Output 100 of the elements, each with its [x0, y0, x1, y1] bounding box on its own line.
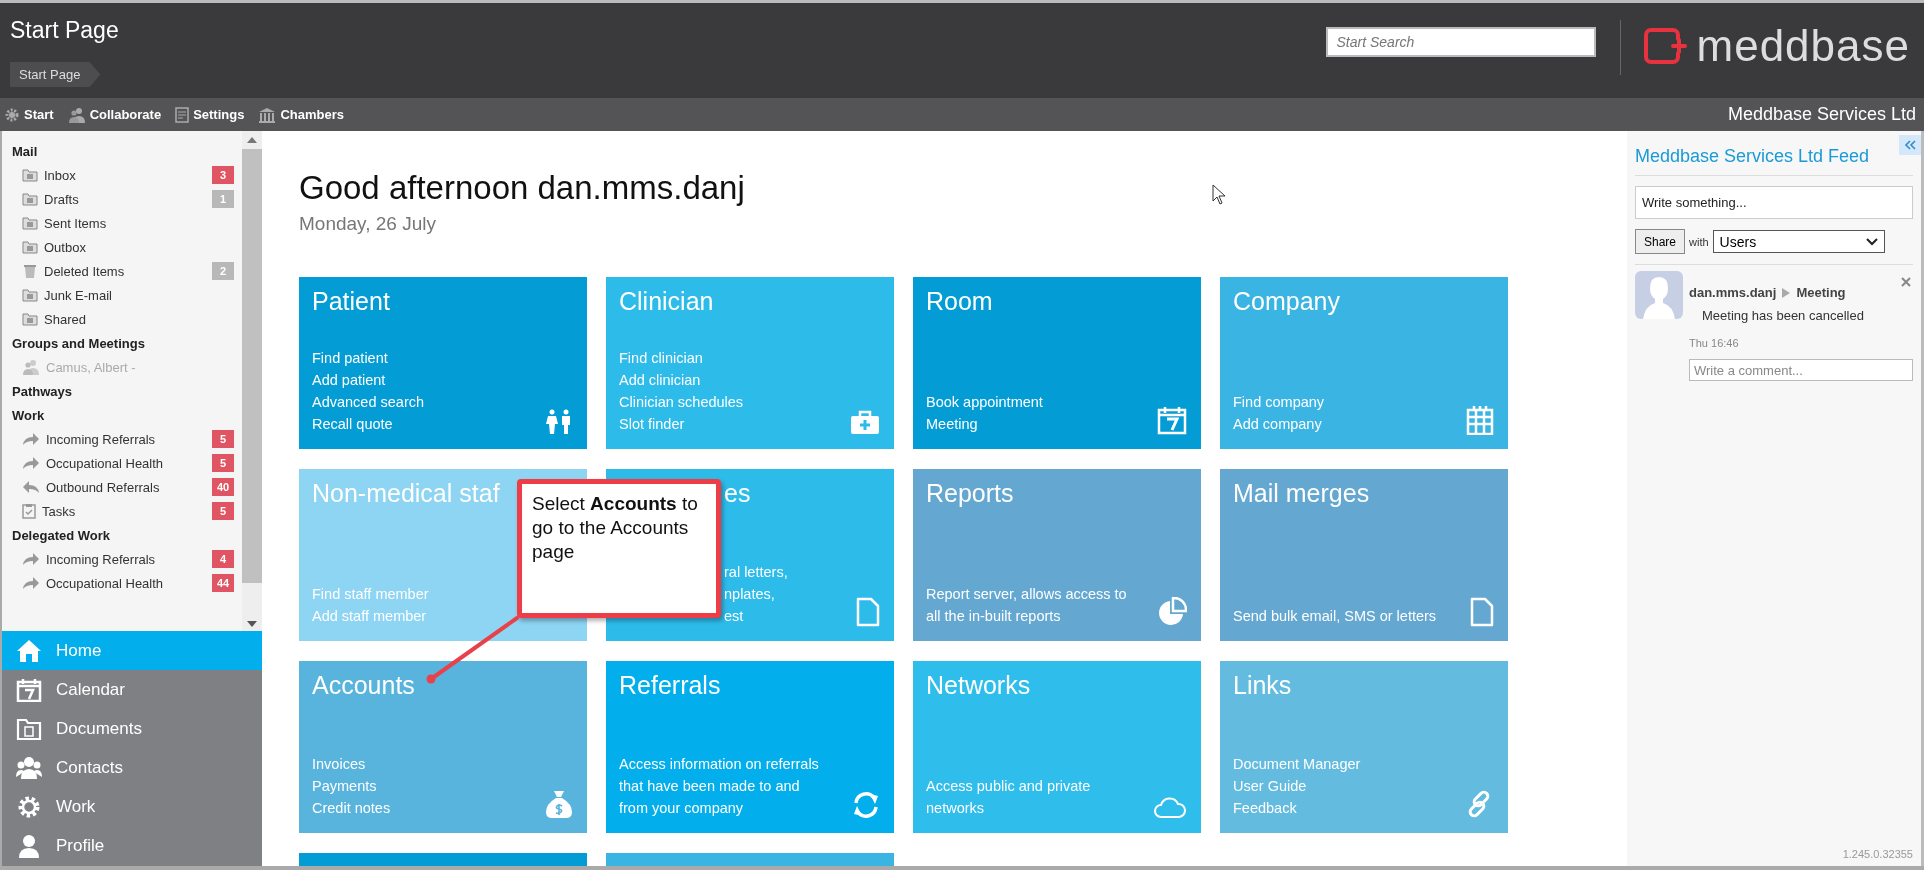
sidebar-item[interactable]: Outbound Referrals 40 [12, 475, 242, 499]
scroll-down-icon[interactable] [247, 621, 257, 627]
tile[interactable]: Clinician Find clinician Add clinician Clinician schedules Slot finder [606, 277, 894, 449]
date-text: Monday, 26 July [299, 213, 436, 235]
collapse-button[interactable] [1899, 135, 1921, 155]
count-badge: 2 [212, 262, 234, 280]
toolbar-button[interactable]: Start [4, 106, 54, 123]
sidebar-item[interactable]: Inbox 3 [12, 163, 242, 187]
logo-text: meddbase [1696, 21, 1910, 71]
toolbar-button[interactable]: Collaborate [67, 106, 162, 123]
forward-arrow-icon [22, 552, 40, 566]
tile[interactable]: Accounts Invoices Payments Credit notes [299, 661, 587, 833]
nav-item[interactable]: Home [2, 631, 262, 671]
nav-item[interactable]: Work [2, 787, 262, 827]
pie-chart-icon [1157, 597, 1187, 627]
folder-icon [16, 716, 42, 741]
nav-item[interactable]: Profile [2, 826, 262, 866]
trash-icon [22, 263, 38, 279]
folder-icon [22, 192, 38, 206]
sidebar-item[interactable]: Incoming Referrals 5 [12, 427, 242, 451]
tile-link[interactable]: Add clinician [619, 369, 701, 391]
tile-link[interactable]: Payments [312, 775, 377, 797]
tile[interactable]: Referrals Access information on referrals that have been made to and from your company [606, 661, 894, 833]
breadcrumb[interactable]: Start Page [10, 62, 101, 87]
tile-link[interactable]: User Guide [1233, 775, 1307, 797]
tile[interactable]: Mail merges Send bulk email, SMS or letters [1220, 469, 1508, 641]
count-badge: 5 [212, 454, 234, 472]
count-badge: 5 [212, 430, 234, 448]
nav-item[interactable]: Calendar [2, 670, 262, 710]
callout-tooltip: Select Accounts to go to the Accounts page [517, 479, 721, 618]
audience-dropdown[interactable]: Users [1712, 230, 1885, 253]
close-icon[interactable] [1901, 277, 1911, 287]
sidebar-item[interactable]: Deleted Items 2 [12, 259, 242, 283]
tile-link[interactable]: Find company [1233, 391, 1325, 413]
tile-link[interactable]: nplates, [724, 583, 775, 605]
tile-link[interactable]: Credit notes [312, 797, 391, 819]
tile-link[interactable]: Advanced search [312, 391, 425, 413]
sidebar-item[interactable]: Junk E-mail [12, 283, 242, 307]
tile-link[interactable]: Book appointment [926, 391, 1043, 413]
tile[interactable]: Links Document Manager User Guide Feedback [1220, 661, 1508, 833]
post-author[interactable]: dan.mms.danj [1689, 285, 1777, 300]
organisation-name: Meddbase Services Ltd [1727, 104, 1916, 125]
tile[interactable]: Room Book appointment Meeting [913, 277, 1201, 449]
tile-link[interactable]: Find staff member [312, 583, 429, 605]
sidebar-item[interactable]: Outbox [12, 235, 242, 259]
search-field[interactable]: Start Search [1325, 27, 1596, 57]
tile-link[interactable]: Add staff member [312, 605, 427, 627]
tile-link[interactable]: Find patient [312, 347, 388, 369]
tile[interactable]: Networks Access public and private networks [913, 661, 1201, 833]
tile-link[interactable]: Meeting [926, 413, 978, 435]
tile-link[interactable]: Add company [1233, 413, 1322, 435]
sidebar-item[interactable]: Sent Items [12, 211, 242, 235]
sidebar-item[interactable]: Drafts 1 [12, 187, 242, 211]
tile-title: Accounts [312, 671, 415, 700]
share-button[interactable]: Share [1635, 229, 1686, 254]
tile-link[interactable]: Slot finder [619, 413, 685, 435]
people-icon [67, 106, 86, 123]
tile-link[interactable]: Add patient [312, 369, 386, 391]
toolbar-button[interactable]: Chambers [258, 106, 344, 123]
document-icon [856, 597, 880, 627]
tile[interactable]: Reports Report server, allows access to all the in-built reports [913, 469, 1201, 641]
nav-item[interactable]: Documents [2, 709, 262, 749]
toolbar-button[interactable]: Settings [175, 106, 245, 123]
triangle-right-icon [1782, 287, 1791, 298]
tile-link[interactable]: Invoices [312, 753, 366, 775]
building-icon [258, 106, 277, 123]
post-target[interactable]: Meeting [1796, 285, 1846, 300]
avatar-silhouette [1635, 271, 1683, 319]
scrollbar[interactable] [242, 131, 262, 631]
tile-link[interactable]: Feedback [1233, 797, 1297, 819]
tile-link[interactable]: est [724, 605, 744, 627]
sidebar-item[interactable]: Incoming Referrals 4 [12, 547, 242, 571]
sidebar-item[interactable]: Occupational Health 5 [12, 451, 242, 475]
section-heading: Pathways [12, 383, 73, 401]
sidebar-item[interactable]: Shared [12, 307, 242, 331]
section-heading: Work [12, 407, 46, 425]
tile-title: Referrals [619, 671, 721, 700]
tile-link[interactable]: Find clinician [619, 347, 703, 369]
folder-icon [22, 168, 38, 182]
tile-title: Reports [926, 479, 1014, 508]
tile-link[interactable]: Document Manager [1233, 753, 1361, 775]
sidebar-item[interactable]: Occupational Health 44 [12, 571, 242, 595]
scroll-up-icon[interactable] [247, 137, 257, 143]
tile-title: Non-medical staf [312, 479, 500, 508]
tile-link[interactable]: Send bulk email, SMS or letters [1233, 605, 1437, 627]
sidebar-item[interactable]: Tasks 5 [12, 499, 242, 523]
tile-title: Links [1233, 671, 1292, 700]
tile[interactable]: Patient Find patient Add patient Advanced search Recall quote [299, 277, 587, 449]
tile-link[interactable]: Clinician schedules [619, 391, 744, 413]
tile-link[interactable]: ral letters, [724, 561, 788, 583]
gear-icon [16, 795, 42, 820]
nav-item[interactable]: Contacts [2, 748, 262, 788]
comment-field[interactable]: Write a comment... [1689, 359, 1913, 381]
post-field[interactable]: Write something... [1635, 186, 1913, 219]
tile-link[interactable]: Recall quote [312, 413, 393, 435]
folder-icon [22, 312, 38, 326]
tile-link[interactable]: Access public and private networks [926, 775, 1130, 819]
tile-link[interactable]: Report server, allows access to all the in-built reports [926, 583, 1130, 627]
tile-link[interactable]: Access information on referrals that have been made to and from your company [619, 753, 823, 819]
tile[interactable]: Company Find company Add company [1220, 277, 1508, 449]
